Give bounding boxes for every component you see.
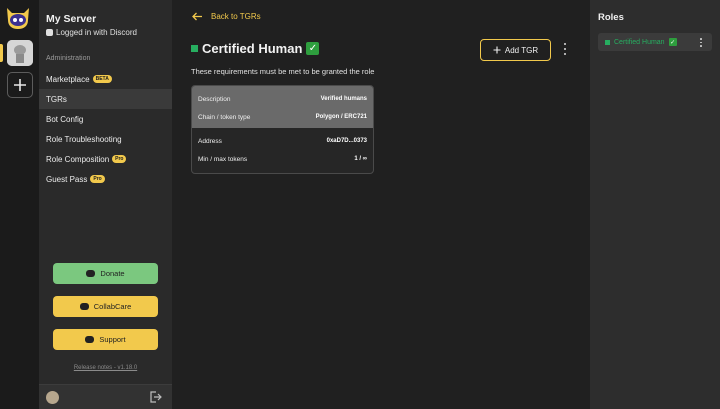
roles-panel: Roles Certified Human ✓ xyxy=(590,0,720,409)
tgr-row-minmax: Min / max tokens 1 / ∞ xyxy=(198,150,367,168)
sidebar-item-role-composition[interactable]: Role Composition Pro xyxy=(39,149,172,169)
server-rail xyxy=(0,0,39,409)
donate-button[interactable]: Donate xyxy=(53,263,158,284)
sidebar-item-label: TGRs xyxy=(46,94,67,104)
chain-label: Chain / token type xyxy=(198,113,251,121)
title-row: Certified Human ✓ xyxy=(191,41,320,56)
sidebar-footer xyxy=(39,384,172,409)
add-server-button[interactable] xyxy=(7,72,33,98)
active-server-indicator xyxy=(0,44,3,62)
requirements-text: These requirements must be met to be gra… xyxy=(191,67,375,76)
sidebar-item-label: Guest Pass xyxy=(46,174,88,184)
address-label: Address xyxy=(198,137,222,145)
discord-icon xyxy=(86,270,96,277)
collabcare-button[interactable]: CollabCare xyxy=(53,296,158,317)
section-label: Administration xyxy=(46,55,91,62)
address-value: 0xaD7D...0373 xyxy=(326,138,367,144)
role-item-label: Certified Human xyxy=(614,38,665,46)
more-options-icon[interactable] xyxy=(562,43,568,55)
sidebar-item-label: Role Troubleshooting xyxy=(46,134,122,144)
add-tgr-button[interactable]: Add TGR xyxy=(480,39,551,61)
sidebar-item-tgrs[interactable]: TGRs xyxy=(39,89,172,109)
beta-badge: BETA xyxy=(92,75,112,83)
description-value: Verified humans xyxy=(320,96,367,102)
login-status: Logged in with Discord xyxy=(46,28,137,37)
release-notes-link[interactable]: Release notes - v1.18.0 xyxy=(39,365,172,371)
support-button[interactable]: Support xyxy=(53,329,158,350)
tgr-row-description: Description Verified humans xyxy=(198,86,367,108)
sidebar-item-marketplace[interactable]: Marketplace BETA xyxy=(39,69,172,89)
sidebar-item-role-troubleshooting[interactable]: Role Troubleshooting xyxy=(39,129,172,149)
check-mark-icon: ✓ xyxy=(306,42,320,55)
tgr-row-address: Address 0xaD7D...0373 xyxy=(198,132,367,150)
role-item[interactable]: Certified Human ✓ xyxy=(598,33,712,51)
sidebar: My Server Logged in with Discord Adminis… xyxy=(39,0,172,409)
server-name: My Server xyxy=(46,13,97,25)
main-content: Back to TGRs Certified Human ✓ Add TGR T… xyxy=(172,0,590,409)
role-color-indicator xyxy=(605,39,610,45)
user-avatar[interactable] xyxy=(46,391,59,404)
role-color-indicator xyxy=(191,45,198,52)
donate-label: Donate xyxy=(100,269,125,278)
pro-badge: Pro xyxy=(112,155,127,163)
login-status-text: Logged in with Discord xyxy=(56,28,137,37)
back-to-tgrs-link[interactable]: Back to TGRs xyxy=(192,12,261,21)
sidebar-item-guest-pass[interactable]: Guest Pass Pro xyxy=(39,169,172,189)
server-image-icon xyxy=(7,40,33,66)
tgr-card-header: Description Verified humans Chain / toke… xyxy=(192,86,373,128)
chain-value: Polygon / ERC721 xyxy=(315,114,367,120)
roles-title: Roles xyxy=(598,12,624,23)
guild-bot-logo-icon[interactable] xyxy=(5,6,31,30)
check-mark-icon: ✓ xyxy=(668,38,677,46)
back-label: Back to TGRs xyxy=(211,12,261,21)
arrow-left-icon xyxy=(192,12,202,21)
discord-icon xyxy=(79,303,89,310)
sidebar-item-label: Role Composition xyxy=(46,154,110,164)
tgr-row-chain: Chain / token type Polygon / ERC721 xyxy=(198,108,367,126)
plus-icon xyxy=(493,46,501,54)
tgr-card-body: Address 0xaD7D...0373 Min / max tokens 1… xyxy=(192,128,373,168)
collabcare-label: CollabCare xyxy=(93,302,132,311)
description-label: Description xyxy=(198,95,231,103)
sidebar-nav: Marketplace BETA TGRs Bot Config Role Tr… xyxy=(39,69,172,189)
tgr-card[interactable]: Description Verified humans Chain / toke… xyxy=(191,85,374,174)
plus-icon xyxy=(14,79,26,91)
server-avatar[interactable] xyxy=(7,40,33,66)
role-more-options-icon[interactable] xyxy=(699,38,703,47)
sidebar-item-label: Bot Config xyxy=(46,114,84,124)
support-label: Support xyxy=(99,335,126,344)
add-tgr-label: Add TGR xyxy=(504,45,539,55)
pro-badge: Pro xyxy=(90,175,105,183)
minmax-value: 1 / ∞ xyxy=(354,156,367,162)
sidebar-item-label: Marketplace xyxy=(46,74,90,84)
discord-icon xyxy=(46,29,53,36)
page-title: Certified Human xyxy=(202,41,303,56)
sidebar-item-bot-config[interactable]: Bot Config xyxy=(39,109,172,129)
minmax-label: Min / max tokens xyxy=(198,155,248,163)
discord-icon xyxy=(85,336,95,343)
logout-icon[interactable] xyxy=(148,390,162,404)
